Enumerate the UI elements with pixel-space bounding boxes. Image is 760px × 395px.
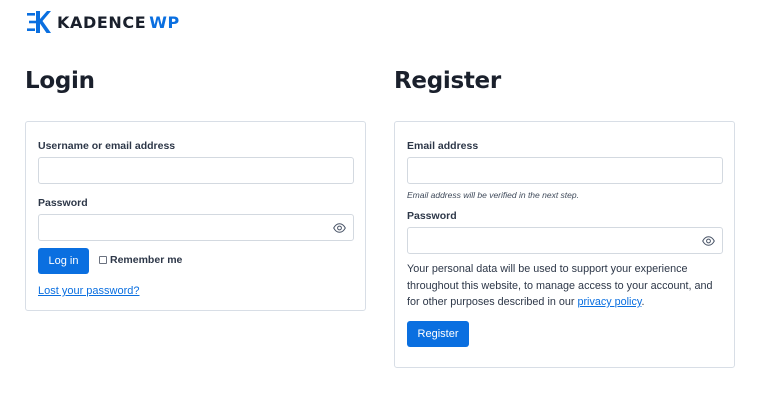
privacy-text-end: . <box>641 296 645 308</box>
email-verification-hint: Email address will be verified in the ne… <box>407 190 579 200</box>
login-password-label: Password <box>38 197 88 209</box>
login-button[interactable]: Log in <box>38 248 89 274</box>
privacy-policy-link[interactable]: privacy policy <box>577 296 641 308</box>
register-password-field[interactable] <box>407 227 723 254</box>
remember-me[interactable]: Remember me <box>99 254 182 266</box>
eye-icon[interactable] <box>333 223 346 233</box>
logo-wordmark: KADENCE WP <box>57 13 180 32</box>
register-password-input[interactable] <box>408 228 722 253</box>
site-logo[interactable]: KADENCE WP <box>27 10 180 34</box>
register-button[interactable]: Register <box>407 321 469 347</box>
lost-password-link[interactable]: Lost your password? <box>38 285 140 297</box>
username-field[interactable] <box>38 157 354 184</box>
login-heading: Login <box>25 68 95 94</box>
register-heading: Register <box>394 68 501 94</box>
register-email-label: Email address <box>407 140 479 152</box>
username-input[interactable] <box>39 158 353 183</box>
privacy-notice: Your personal data will be used to suppo… <box>407 261 725 311</box>
remember-me-checkbox[interactable] <box>99 256 107 264</box>
login-form: Username or email address Password Log i… <box>25 121 366 311</box>
eye-icon[interactable] <box>702 236 715 246</box>
username-label: Username or email address <box>38 140 176 152</box>
register-form: Email address Email address will be veri… <box>394 121 735 368</box>
remember-me-label: Remember me <box>110 254 183 266</box>
register-email-input[interactable] <box>408 158 722 183</box>
logo-suffix: WP <box>149 12 180 32</box>
login-password-input[interactable] <box>39 215 353 240</box>
privacy-text: Your personal data will be used to suppo… <box>407 263 713 308</box>
register-email-field[interactable] <box>407 157 723 184</box>
register-password-label: Password <box>407 210 457 222</box>
logo-name: KADENCE <box>57 12 147 32</box>
kadence-logo-icon <box>27 11 51 33</box>
login-password-field[interactable] <box>38 214 354 241</box>
